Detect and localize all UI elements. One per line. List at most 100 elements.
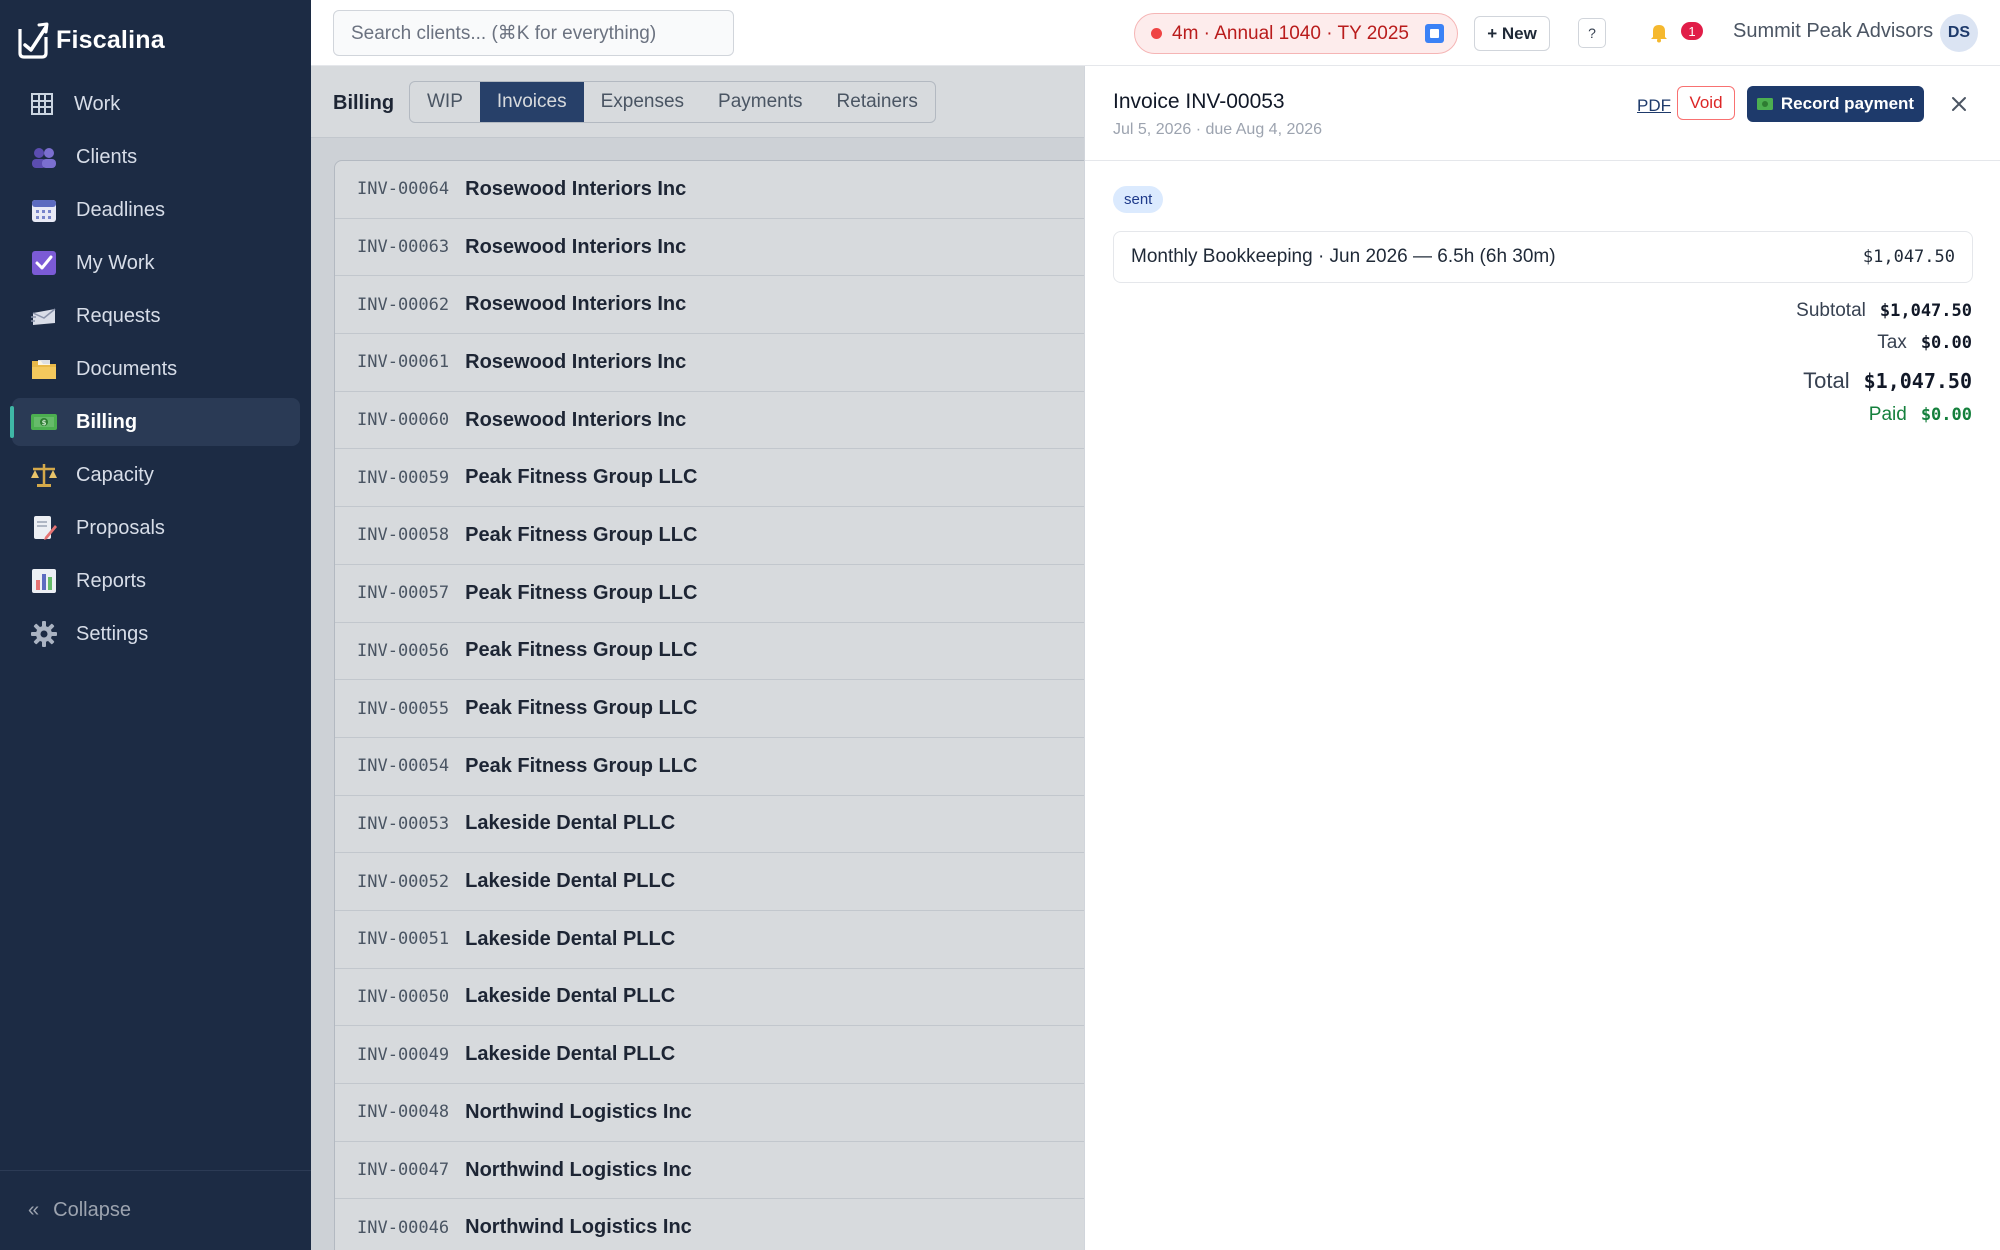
table-row[interactable]: INV-00047 Northwind Logistics Inc [335,1142,1093,1200]
sidebar-item-label: Clients [76,145,138,168]
tab-retainers[interactable]: Retainers [820,82,935,122]
sidebar-item-label: Proposals [76,516,165,539]
collapse-label: Collapse [53,1199,131,1221]
invoice-number: INV-00060 [357,410,450,431]
search-input[interactable]: Search clients... (⌘K for everything) [333,10,734,56]
table-row[interactable]: INV-00062 Rosewood Interiors Inc [335,276,1093,335]
table-row[interactable]: INV-00059 Peak Fitness Group LLC [335,449,1093,508]
client-name: Peak Fitness Group LLC [465,697,698,720]
sidebar-item-label: Reports [76,569,147,592]
tax-label: Tax [1877,332,1907,353]
subtotal-value: $1,047.50 [1879,301,1972,321]
invoice-number: INV-00056 [357,640,450,661]
table-row[interactable]: INV-00056 Peak Fitness Group LLC [335,623,1093,681]
invoice-number: INV-00059 [357,467,450,488]
bell-icon[interactable] [1647,20,1671,44]
table-row[interactable]: INV-00064 Rosewood Interiors Inc [335,161,1093,219]
brand[interactable]: Fiscalina [16,20,165,60]
table-row[interactable]: INV-00050 Lakeside Dental PLLC [335,969,1093,1027]
invoice-number: INV-00063 [357,237,450,258]
client-name: Northwind Logistics Inc [465,1158,692,1181]
tab-payments[interactable]: Payments [701,82,819,122]
invoice-number: INV-00062 [357,294,450,315]
timer-label: 4m · Annual 1040 · TY 2025 [1172,22,1409,44]
sidebar-item-label: My Work [76,251,155,274]
grid-icon [28,90,56,118]
collapse-button[interactable]: « Collapse [0,1170,311,1250]
money-icon [1756,98,1773,110]
table-row[interactable]: INV-00060 Rosewood Interiors Inc [335,392,1093,450]
table-row[interactable]: INV-00058 Peak Fitness Group LLC [335,507,1093,565]
invoice-title: Invoice INV-00053 [1113,90,1285,113]
table-row[interactable]: INV-00048 Northwind Logistics Inc [335,1084,1093,1142]
active-timer[interactable]: 4m · Annual 1040 · TY 2025 [1134,13,1458,54]
client-name: Lakeside Dental PLLC [465,812,676,835]
client-name: Lakeside Dental PLLC [465,927,676,950]
sidebar-item-requests[interactable]: Requests [12,292,300,340]
client-name: Rosewood Interiors Inc [465,235,687,258]
subtotal-label: Subtotal [1796,300,1866,321]
sidebar-item-billing[interactable]: $ Billing [10,398,300,446]
invoice-number: INV-00049 [357,1044,450,1065]
line-item-description: Monthly Bookkeeping · Jun 2026 — 6.5h (6… [1131,246,1556,267]
table-row[interactable]: INV-00054 Peak Fitness Group LLC [335,738,1093,796]
paid-row: Paid $0.00 [1572,404,1972,436]
table-row[interactable]: INV-00057 Peak Fitness Group LLC [335,565,1093,623]
client-name: Lakeside Dental PLLC [465,985,676,1008]
pdf-link[interactable]: PDF [1637,96,1671,116]
scale-icon [30,461,58,489]
calendar-icon [30,196,58,224]
client-name: Rosewood Interiors Inc [465,177,687,200]
tab-wip[interactable]: WIP [410,82,480,122]
sidebar-item-deadlines[interactable]: Deadlines [12,186,300,234]
tab-invoices[interactable]: Invoices [479,82,584,122]
tax-value: $0.00 [1920,333,1972,353]
sidebar-item-settings[interactable]: Settings [12,610,300,658]
gear-icon [30,620,58,648]
paid-value: $0.00 [1920,405,1972,425]
invoice-number: INV-00055 [357,698,450,719]
invoice-number: INV-00048 [357,1102,450,1123]
total-value: $1,047.50 [1863,369,1972,393]
tab-expenses[interactable]: Expenses [584,82,701,122]
paid-label: Paid [1868,404,1907,425]
new-button[interactable]: + New [1474,16,1550,51]
help-button[interactable]: ? [1578,18,1606,48]
table-row[interactable]: INV-00046 Northwind Logistics Inc [335,1199,1093,1250]
table-row[interactable]: INV-00061 Rosewood Interiors Inc [335,334,1093,392]
client-name: Northwind Logistics Inc [465,1216,692,1239]
invoice-number: INV-00064 [357,179,450,200]
avatar[interactable]: DS [1940,14,1978,52]
table-row[interactable]: INV-00053 Lakeside Dental PLLC [335,796,1093,854]
invoice-totals: Subtotal $1,047.50 Tax $0.00 Total $1,04… [1572,300,1972,436]
table-row[interactable]: INV-00055 Peak Fitness Group LLC [335,680,1093,738]
stop-timer-icon[interactable] [1424,24,1444,43]
close-icon[interactable] [1945,90,1973,118]
topbar: Search clients... (⌘K for everything) 4m… [311,0,2000,66]
firm-name[interactable]: Summit Peak Advisors [1733,20,1933,43]
table-row[interactable]: INV-00051 Lakeside Dental PLLC [335,911,1093,969]
sidebar-item-reports[interactable]: Reports [12,557,300,605]
table-row[interactable]: INV-00063 Rosewood Interiors Inc [335,219,1093,277]
sidebar: Fiscalina Work Clients Deadlines My Work [0,0,311,1250]
sidebar-item-documents[interactable]: Documents [12,345,300,393]
sidebar-item-label: Deadlines [76,198,165,221]
record-payment-button[interactable]: Record payment [1747,86,1924,122]
client-name: Rosewood Interiors Inc [465,293,687,316]
recording-dot-icon [1151,28,1162,39]
sidebar-item-my-work[interactable]: My Work [12,239,300,287]
sidebar-item-capacity[interactable]: Capacity [12,451,300,499]
sidebar-item-clients[interactable]: Clients [12,133,300,181]
table-row[interactable]: INV-00052 Lakeside Dental PLLC [335,853,1093,911]
sidebar-item-work[interactable]: Work [12,80,300,128]
sidebar-item-proposals[interactable]: Proposals [12,504,300,552]
line-item-amount: $1,047.50 [1862,247,1955,267]
brand-name: Fiscalina [56,25,165,54]
invoice-number: INV-00053 [357,813,450,834]
table-row[interactable]: INV-00049 Lakeside Dental PLLC [335,1026,1093,1084]
tax-row: Tax $0.00 [1572,332,1972,364]
void-button[interactable]: Void [1677,86,1735,120]
checkbox-icon [30,249,58,277]
sidebar-item-label: Documents [76,357,178,380]
invoice-list-area: INV-00064 Rosewood Interiors Inc INV-00063… [311,138,1094,1250]
